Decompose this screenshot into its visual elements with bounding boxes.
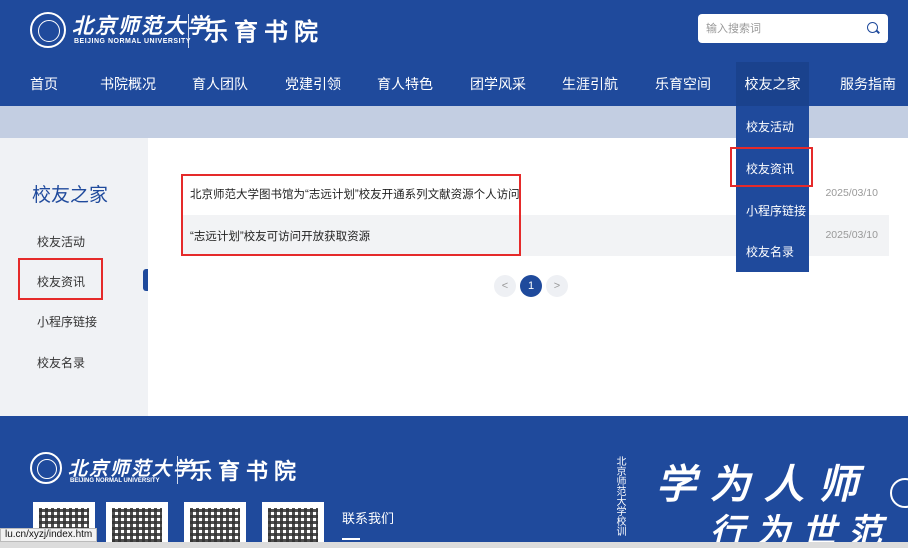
sidebar-item-news[interactable]: 校友资讯	[37, 273, 85, 290]
search-icon[interactable]	[867, 22, 878, 33]
site-header: 北京师范大学 BEIJING NORMAL UNIVERSITY 乐育书院	[0, 0, 908, 62]
pagination-page-button[interactable]: 1	[520, 275, 542, 297]
search-input[interactable]	[706, 18, 856, 39]
sidebar-item-miniprogram[interactable]: 小程序链接	[37, 313, 97, 330]
nav-item-services[interactable]: 服务指南	[840, 62, 896, 106]
footer-logo-english-name: BEIJING NORMAL UNIVERSITY	[70, 478, 160, 484]
nav-item-team[interactable]: 育人团队	[192, 62, 248, 106]
footer-contact-heading[interactable]: 联系我们	[342, 508, 394, 527]
nav-item-alumni[interactable]: 校友之家	[736, 62, 809, 106]
news-date: 2025/03/10	[825, 187, 878, 199]
nav-item-features[interactable]: 育人特色	[377, 62, 433, 106]
status-bar-url: lu.cn/xyzj/index.htm	[0, 528, 98, 542]
main-nav: 首页 书院概况 育人团队 党建引领 育人特色 团学风采 生涯引航 乐育空间 校友…	[0, 62, 908, 106]
footer-college-name: 乐育书院	[190, 459, 303, 485]
nav-item-overview[interactable]: 书院概况	[100, 62, 156, 106]
nav-item-space[interactable]: 乐育空间	[655, 62, 711, 106]
nav-item-career[interactable]: 生涯引航	[562, 62, 618, 106]
alumni-dropdown-menu: 校友活动 校友资讯 小程序链接 校友名录	[736, 106, 809, 272]
news-title[interactable]: “志远计划”校友可访问开放获取资源	[190, 228, 370, 244]
logo-english-name[interactable]: BEIJING NORMAL UNIVERSITY	[74, 38, 191, 45]
site-footer: 北京师范大学 BEIJING NORMAL UNIVERSITY 乐育书院 联系…	[0, 416, 908, 548]
logo-divider	[188, 14, 189, 48]
dropdown-item-miniprogram[interactable]: 小程序链接	[746, 202, 806, 219]
footer-contact-underline	[342, 538, 360, 540]
browser-status-strip	[0, 542, 908, 548]
nav-item-party[interactable]: 党建引领	[285, 62, 341, 106]
footer-calligraphy-line1: 学为人师	[656, 461, 872, 508]
sidebar-item-activities[interactable]: 校友活动	[37, 233, 85, 250]
pagination-next-button[interactable]: >	[546, 275, 568, 297]
dropdown-item-news[interactable]: 校友资讯	[746, 160, 794, 177]
footer-logo-divider	[177, 456, 178, 484]
news-title[interactable]: 北京师范大学图书馆为“志远计划”校友开通系列文献资源个人访问	[190, 186, 520, 202]
dropdown-item-directory[interactable]: 校友名录	[746, 243, 794, 260]
nav-item-league[interactable]: 团学风采	[470, 62, 526, 106]
sidebar: 校友之家 校友活动 校友资讯 小程序链接 校友名录	[0, 138, 148, 416]
college-name[interactable]: 乐育书院	[204, 12, 324, 47]
search-box	[698, 14, 888, 43]
footer-emblem-icon	[30, 452, 62, 484]
dropdown-item-activities[interactable]: 校友活动	[746, 118, 794, 135]
footer-calligraphy-seal: 北京师范大学校训	[614, 456, 625, 536]
sidebar-title: 校友之家	[32, 185, 109, 206]
footer-logo-chinese-name: 北京师范大学	[68, 458, 195, 480]
nav-item-home[interactable]: 首页	[30, 62, 58, 106]
news-date: 2025/03/10	[825, 229, 878, 241]
pagination-prev-button[interactable]: <	[494, 275, 516, 297]
sidebar-item-directory[interactable]: 校友名录	[37, 354, 85, 371]
logo-chinese-name[interactable]: 北京师范大学	[72, 10, 210, 40]
university-emblem-icon[interactable]	[30, 12, 66, 48]
